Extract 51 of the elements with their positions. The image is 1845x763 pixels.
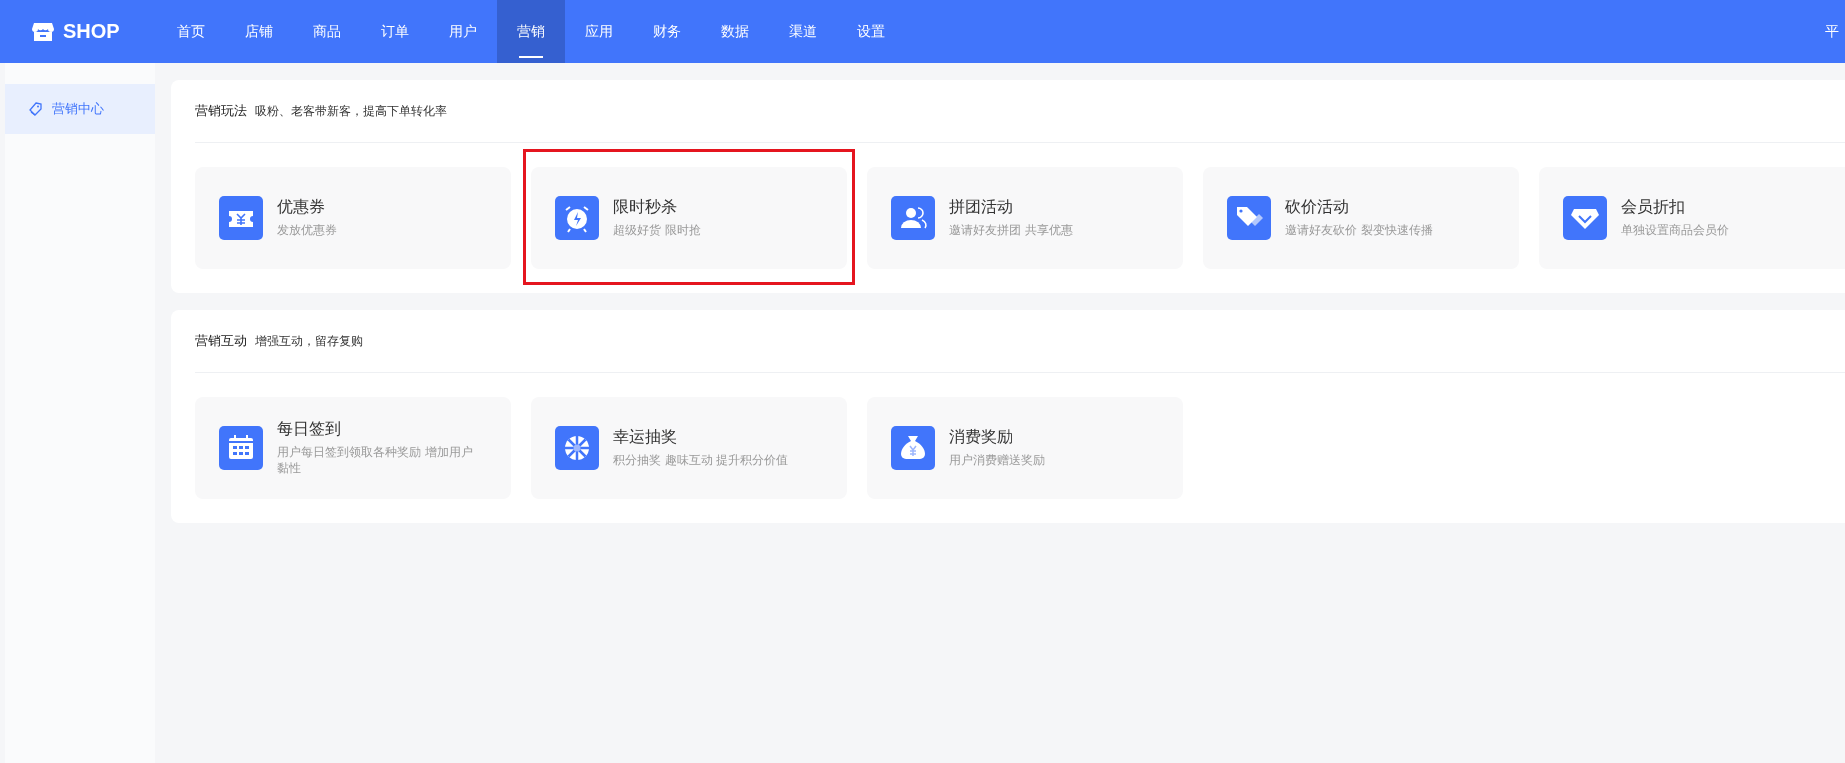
card-description: 用户每日签到领取各种奖励 增加用户黏性	[277, 445, 474, 477]
nav-tab[interactable]: 店铺	[225, 0, 293, 63]
calendar-icon	[219, 426, 263, 470]
shop-logo-icon	[32, 21, 54, 42]
card-description: 积分抽奖 趣味互动 提升积分价值	[613, 453, 789, 469]
nav-tab[interactable]: 营销	[497, 0, 565, 63]
nav-tab[interactable]: 渠道	[769, 0, 837, 63]
sidebar-item[interactable]: 营销中心	[5, 84, 155, 134]
nav-tab[interactable]: 应用	[565, 0, 633, 63]
card-description: 用户消费赠送奖励	[949, 453, 1045, 469]
alarm-clock-icon	[555, 196, 599, 240]
card-description: 邀请好友砍价 裂变快速传播	[1285, 223, 1433, 239]
section-title: 营销玩法	[195, 102, 247, 120]
card-title: 砍价活动	[1285, 197, 1350, 219]
nav-tab[interactable]: 财务	[633, 0, 701, 63]
feature-card[interactable]: 限时秒杀 超级好货 限时抢	[531, 167, 847, 269]
section-title: 营销互动	[195, 332, 247, 350]
card-description: 邀请好友拼团 共享优惠	[949, 223, 1073, 239]
feature-card[interactable]: 幸运抽奖 积分抽奖 趣味互动 提升积分价值	[531, 397, 847, 499]
nav-tab[interactable]: 首页	[157, 0, 225, 63]
tag-icon	[29, 102, 42, 116]
nav-tab[interactable]: 用户	[429, 0, 497, 63]
card-title: 幸运抽奖	[613, 427, 678, 449]
card-title: 每日签到	[277, 419, 342, 441]
users-icon	[891, 196, 935, 240]
header-text: 平	[1825, 22, 1839, 41]
ticket-icon	[219, 196, 263, 240]
feature-card[interactable]: 拼团活动 邀请好友拼团 共享优惠	[867, 167, 1183, 269]
price-tag-icon	[1227, 196, 1271, 240]
nav-tab[interactable]: 数据	[701, 0, 769, 63]
feature-card[interactable]: 优惠券 发放优惠券	[195, 167, 511, 269]
card-description: 发放优惠券	[277, 223, 337, 239]
nav-tab[interactable]: 订单	[361, 0, 429, 63]
section-subtitle: 吸粉、老客带新客，提高下单转化率	[255, 102, 447, 120]
card-description: 单独设置商品会员价	[1621, 223, 1729, 239]
section-subtitle: 增强互动，留存复购	[255, 332, 363, 350]
card-title: 消费奖励	[949, 427, 1014, 449]
feature-card[interactable]: 每日签到 用户每日签到领取各种奖励 增加用户黏性	[195, 397, 511, 499]
card-description: 超级好货 限时抢	[613, 223, 701, 239]
card-title: 会员折扣	[1621, 197, 1686, 219]
card-title: 拼团活动	[949, 197, 1014, 219]
nav-tab[interactable]: 商品	[293, 0, 361, 63]
feature-card[interactable]: 砍价活动 邀请好友砍价 裂变快速传播	[1203, 167, 1519, 269]
card-title: 优惠券	[277, 197, 326, 219]
money-bag-icon	[891, 426, 935, 470]
feature-card[interactable]: 会员折扣 单独设置商品会员价	[1539, 167, 1845, 269]
nav-tab[interactable]: 设置	[837, 0, 905, 63]
wheel-icon	[555, 426, 599, 470]
feature-card[interactable]: 消费奖励 用户消费赠送奖励	[867, 397, 1183, 499]
card-title: 限时秒杀	[613, 197, 678, 219]
logo-text: SHOP	[63, 20, 120, 43]
